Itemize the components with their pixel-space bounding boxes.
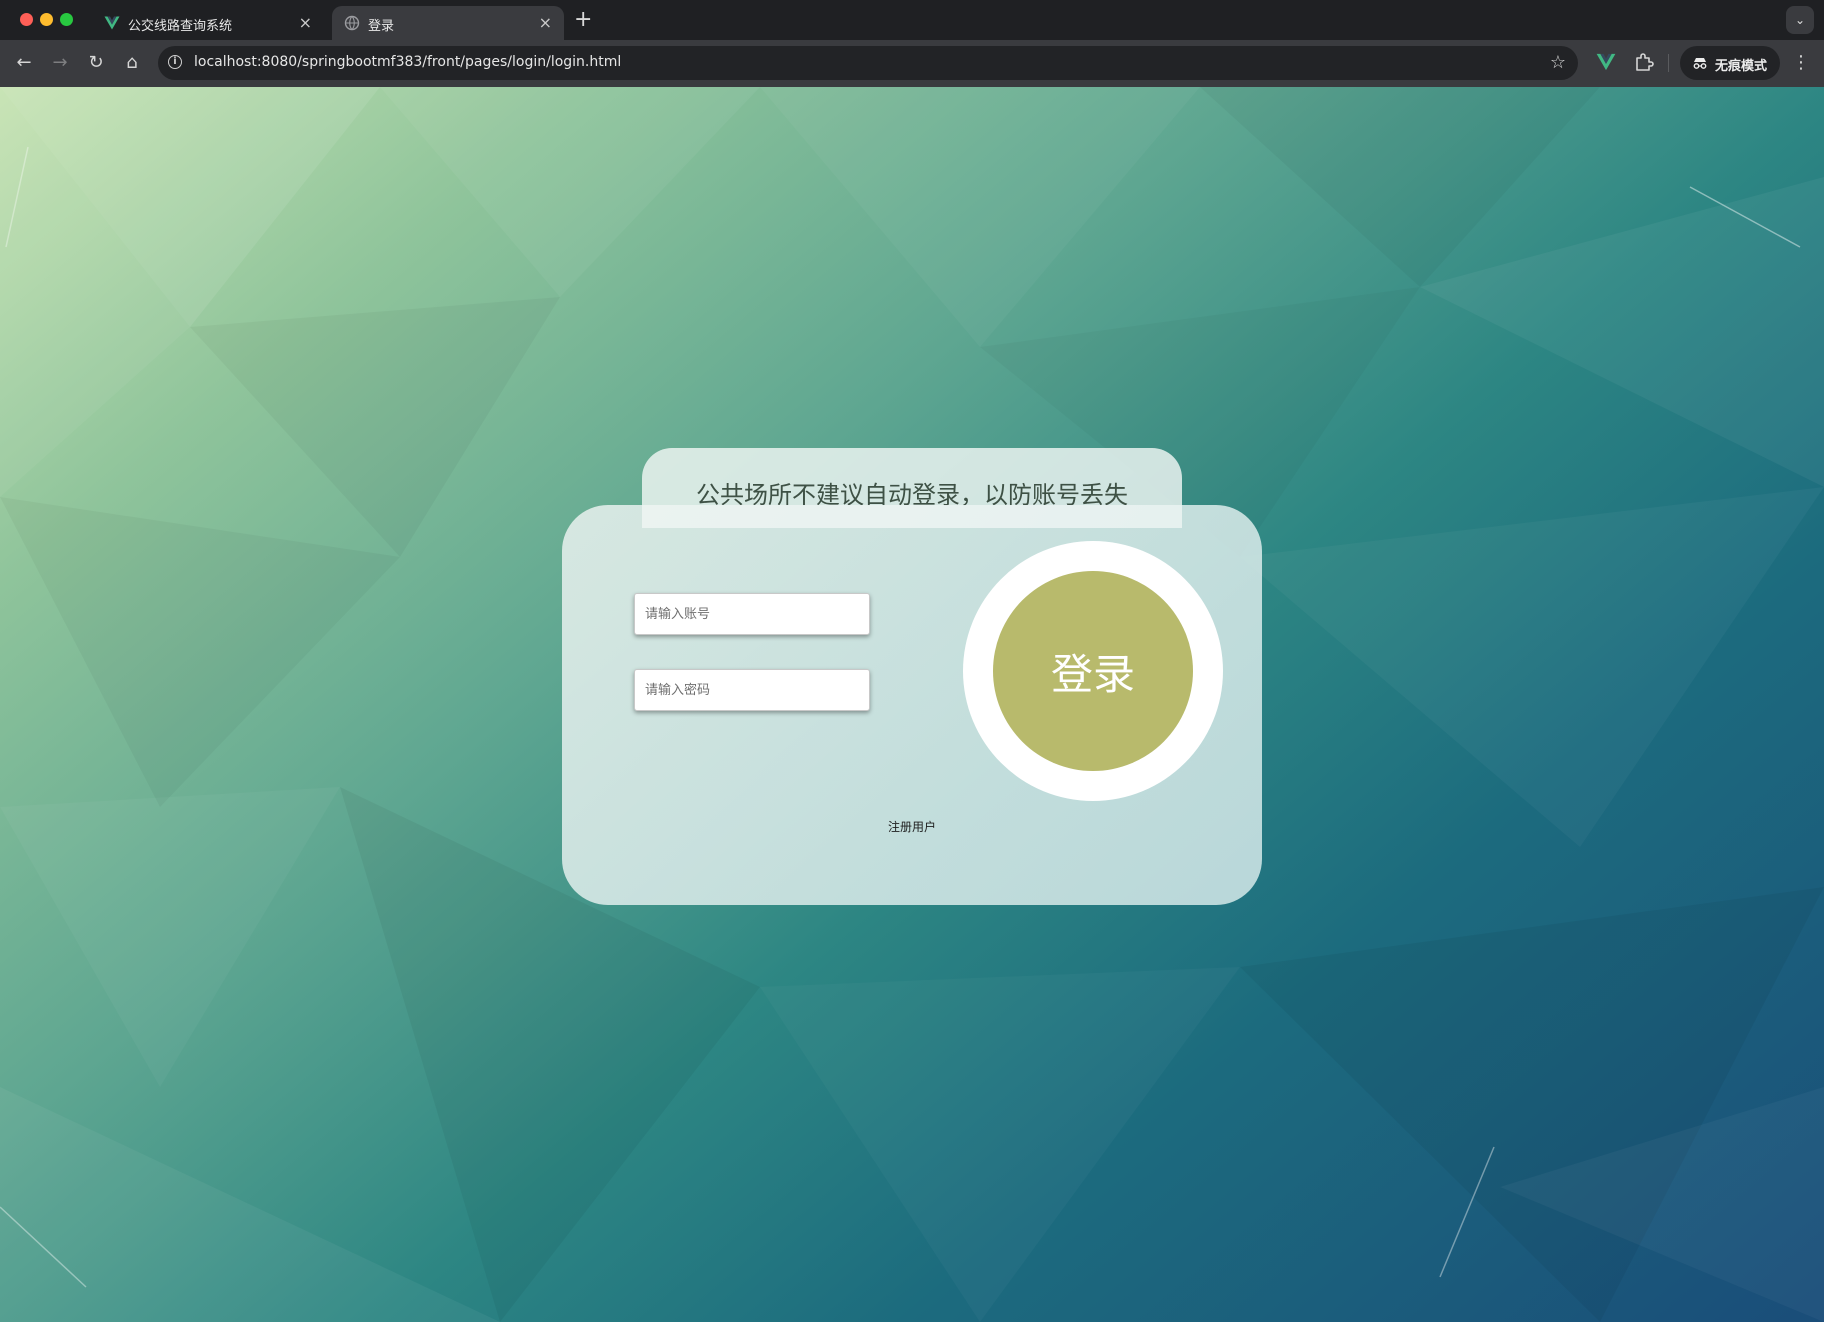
address-url[interactable]: localhost:8080/springbootmf383/front/pag…	[194, 54, 621, 70]
notice-underlay	[642, 505, 1182, 528]
window-close-button[interactable]	[20, 13, 33, 26]
close-tab-icon[interactable]: ×	[299, 13, 312, 32]
bookmark-star-icon[interactable]: ☆	[1550, 52, 1566, 73]
login-button[interactable]: 登录	[993, 571, 1193, 771]
tab-title: 登录	[368, 19, 395, 34]
home-icon[interactable]: ⌂	[118, 49, 146, 77]
incognito-label: 无痕模式	[1715, 59, 1768, 74]
vue-logo-icon	[104, 16, 120, 30]
incognito-icon	[1693, 58, 1707, 69]
tab-title: 公交线路查询系统	[128, 19, 233, 34]
toolbar-divider	[1668, 54, 1669, 72]
window-maximize-button[interactable]	[60, 13, 73, 26]
password-input[interactable]	[634, 669, 870, 711]
browser-menu-icon[interactable]: ⋮	[1792, 52, 1810, 73]
page-viewport: 公共场所不建议自动登录，以防账号丢失 登录 注册用户	[0, 87, 1824, 1322]
window-minimize-button[interactable]	[40, 13, 53, 26]
tab-login[interactable]: 登录 ×	[332, 6, 564, 40]
globe-icon	[344, 15, 360, 31]
login-card: 登录 注册用户	[562, 505, 1262, 905]
tab-bus-route-system[interactable]: 公交线路查询系统 ×	[92, 6, 324, 40]
incognito-indicator[interactable]: 无痕模式	[1680, 46, 1780, 80]
register-link[interactable]: 注册用户	[562, 818, 1262, 835]
address-bar[interactable]: i localhost:8080/springbootmf383/front/p…	[158, 46, 1578, 80]
back-arrow-icon[interactable]: ←	[10, 49, 38, 77]
tab-strip: 公交线路查询系统 × 登录 × + ⌄	[0, 0, 1824, 40]
close-tab-icon[interactable]: ×	[539, 13, 552, 32]
tab-search-chevron-icon[interactable]: ⌄	[1786, 6, 1814, 34]
vue-devtools-extension-icon[interactable]	[1596, 52, 1616, 72]
account-input[interactable]	[634, 593, 870, 635]
reload-icon[interactable]: ↻	[82, 49, 110, 77]
new-tab-plus-icon[interactable]: +	[574, 8, 592, 32]
browser-window: 公交线路查询系统 × 登录 × + ⌄ ← → ↻ ⌂ i localhost:…	[0, 0, 1824, 1322]
site-info-icon[interactable]: i	[168, 55, 182, 69]
login-button-ring: 登录	[963, 541, 1223, 801]
forward-arrow-icon[interactable]: →	[46, 49, 74, 77]
browser-toolbar: ← → ↻ ⌂ i localhost:8080/springbootmf383…	[0, 40, 1824, 87]
extensions-puzzle-icon[interactable]	[1632, 50, 1656, 74]
